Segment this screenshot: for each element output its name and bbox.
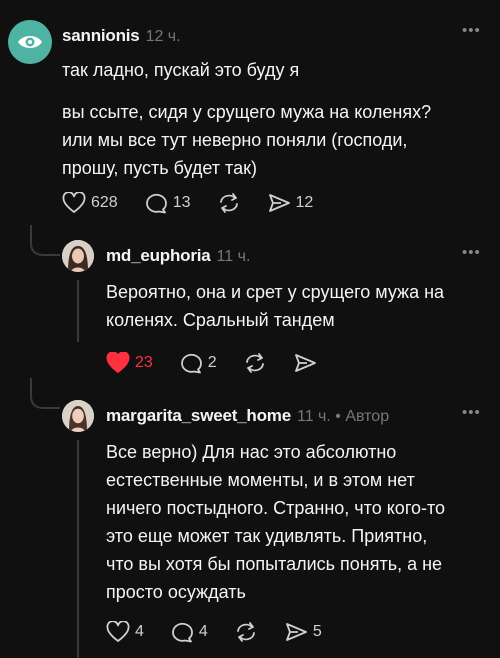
- heart-icon: [106, 352, 130, 374]
- heart-icon: [62, 192, 86, 214]
- action-bar: 628 13 12: [62, 192, 313, 214]
- like-count: 4: [135, 623, 144, 640]
- post-line: вы ссыте, сидя у срущего мужа на коленях…: [62, 102, 432, 122]
- share-count: 5: [312, 623, 322, 640]
- like-count: 628: [91, 194, 118, 211]
- eye-icon: [17, 32, 43, 57]
- repost-button[interactable]: [243, 352, 267, 374]
- author-label: • Автор: [330, 408, 390, 425]
- timestamp: 11 ч.: [216, 248, 251, 265]
- repost-icon: [234, 621, 258, 643]
- like-count: 23: [135, 354, 153, 371]
- reply-count: 4: [198, 623, 208, 640]
- thread-line: [77, 440, 79, 658]
- post-line: это еще может так удивлять. Приятно,: [106, 526, 428, 546]
- post-line: просто осуждать: [106, 582, 246, 602]
- share-button[interactable]: [293, 352, 317, 374]
- comment-icon: [144, 192, 168, 214]
- username[interactable]: sannionis: [62, 26, 140, 46]
- more-icon[interactable]: •••: [462, 244, 481, 261]
- username[interactable]: margarita_sweet_home: [106, 406, 291, 426]
- avatar[interactable]: [62, 240, 94, 272]
- post-line: что вы хотя бы попытались понять, а не: [106, 554, 443, 574]
- repost-icon: [243, 352, 267, 374]
- post-line: ничего постыдного. Странно, что кого-то: [106, 498, 446, 518]
- username[interactable]: md_euphoria: [106, 246, 211, 266]
- thread-connector: [30, 378, 62, 417]
- more-icon[interactable]: •••: [462, 22, 481, 39]
- reply-button[interactable]: 13: [144, 192, 191, 214]
- timestamp: 12 ч.: [145, 28, 181, 45]
- post-line: Вероятно, она и срет у срущего мужа на: [106, 282, 445, 302]
- thread-connector: [30, 225, 62, 264]
- post-text: Вероятно, она и срет у срущего мужа на к…: [106, 278, 444, 334]
- repost-button[interactable]: [234, 621, 258, 643]
- send-icon: [284, 621, 308, 643]
- like-button[interactable]: 4: [106, 621, 144, 643]
- share-button[interactable]: 12: [267, 192, 314, 214]
- post-line: естественные моменты, и в этом нет: [106, 470, 415, 490]
- reply-button[interactable]: 2: [179, 352, 217, 374]
- send-icon: [293, 352, 317, 374]
- action-bar: 23 2: [106, 352, 317, 374]
- post-text: Все верно) Для нас это абсолютно естеств…: [106, 438, 445, 606]
- like-button[interactable]: 23: [106, 352, 153, 374]
- avatar[interactable]: [8, 20, 52, 64]
- post-text: так ладно, пускай это буду я вы ссыте, с…: [62, 56, 431, 182]
- avatar[interactable]: [62, 400, 94, 432]
- reply-count: 13: [172, 194, 191, 211]
- reply-button[interactable]: 4: [170, 621, 208, 643]
- repost-button[interactable]: [217, 192, 241, 214]
- share-count: 12: [295, 194, 314, 211]
- comment-icon: [170, 621, 194, 643]
- thread-line: [77, 280, 79, 342]
- share-button[interactable]: 5: [284, 621, 322, 643]
- heart-icon: [106, 621, 130, 643]
- comment-icon: [179, 352, 203, 374]
- post-line: Все верно) Для нас это абсолютно: [106, 442, 397, 462]
- timestamp: 11 ч. • Автор: [296, 408, 390, 425]
- action-bar: 4 4 5: [106, 621, 322, 643]
- post-line: так ладно, пускай это буду я: [62, 60, 300, 80]
- post-line: или мы все тут неверно поняли (господи,: [62, 130, 408, 150]
- more-icon[interactable]: •••: [462, 404, 481, 421]
- reply-count: 2: [207, 354, 217, 371]
- post-line: коленях. Сральный тандем: [106, 310, 335, 330]
- like-button[interactable]: 628: [62, 192, 118, 214]
- post-line: прошу, пусть будет так): [62, 158, 257, 178]
- repost-icon: [217, 192, 241, 214]
- send-icon: [267, 192, 291, 214]
